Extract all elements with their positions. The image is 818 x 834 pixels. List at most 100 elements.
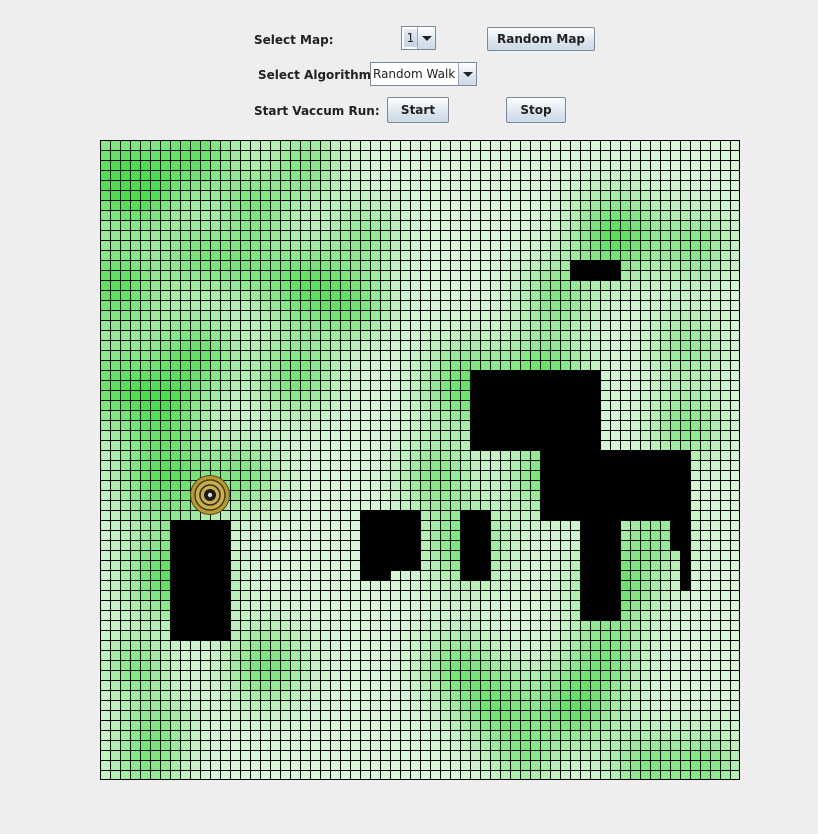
floor-cell [210, 260, 220, 270]
floor-cell [480, 300, 490, 310]
obstacle-cell [480, 510, 490, 520]
floor-cell [560, 710, 570, 720]
floor-cell [390, 290, 400, 300]
floor-cell [690, 410, 700, 420]
floor-cell [260, 330, 270, 340]
floor-cell [190, 370, 200, 380]
floor-cell [540, 360, 550, 370]
floor-cell [140, 710, 150, 720]
floor-cell [380, 690, 390, 700]
floor-cell [710, 140, 720, 150]
floor-cell [510, 640, 520, 650]
random-map-button[interactable]: Random Map [487, 27, 595, 51]
floor-cell [330, 310, 340, 320]
floor-cell [480, 290, 490, 300]
floor-cell [450, 260, 460, 270]
floor-cell [140, 270, 150, 280]
robot-vacuum-icon[interactable] [190, 475, 230, 515]
floor-cell [620, 420, 630, 430]
map-select[interactable]: 1 [401, 26, 436, 50]
floor-cell [360, 430, 370, 440]
floor-cell [310, 460, 320, 470]
floor-cell [120, 450, 130, 460]
floor-cell [150, 570, 160, 580]
floor-cell [650, 770, 660, 780]
floor-cell [200, 290, 210, 300]
floor-cell [380, 430, 390, 440]
chevron-down-icon[interactable] [458, 63, 476, 85]
floor-cell [510, 330, 520, 340]
floor-cell [640, 760, 650, 770]
floor-cell [670, 590, 680, 600]
algorithm-select[interactable]: Random Walk [370, 62, 477, 86]
floor-cell [710, 460, 720, 470]
floor-cell [280, 650, 290, 660]
floor-cell [130, 390, 140, 400]
floor-cell [410, 760, 420, 770]
floor-cell [420, 610, 430, 620]
floor-cell [360, 460, 370, 470]
floor-cell [100, 650, 110, 660]
floor-cell [130, 690, 140, 700]
floor-cell [710, 270, 720, 280]
obstacle-cell [580, 520, 590, 530]
floor-cell [520, 240, 530, 250]
floor-cell [130, 540, 140, 550]
floor-cell [370, 690, 380, 700]
floor-cell [390, 170, 400, 180]
floor-cell [700, 590, 710, 600]
floor-cell [400, 650, 410, 660]
floor-cell [320, 200, 330, 210]
floor-cell [670, 580, 680, 590]
start-button[interactable]: Start [387, 97, 449, 123]
floor-cell [550, 170, 560, 180]
floor-cell [700, 380, 710, 390]
floor-cell [670, 290, 680, 300]
obstacle-cell [460, 560, 470, 570]
floor-cell [120, 620, 130, 630]
floor-cell [420, 600, 430, 610]
floor-cell [710, 290, 720, 300]
floor-cell [270, 200, 280, 210]
floor-cell [480, 230, 490, 240]
chevron-down-icon[interactable] [417, 27, 435, 49]
floor-cell [180, 270, 190, 280]
floor-cell [610, 280, 620, 290]
floor-cell [190, 390, 200, 400]
floor-cell [710, 210, 720, 220]
floor-cell [700, 730, 710, 740]
floor-cell [690, 240, 700, 250]
floor-cell [140, 210, 150, 220]
floor-cell [280, 250, 290, 260]
floor-cell [710, 620, 720, 630]
floor-cell [150, 580, 160, 590]
floor-cell [310, 140, 320, 150]
floor-cell [220, 190, 230, 200]
floor-cell [370, 390, 380, 400]
floor-cell [400, 680, 410, 690]
floor-cell [160, 390, 170, 400]
floor-cell [260, 160, 270, 170]
floor-cell [570, 150, 580, 160]
floor-cell [380, 240, 390, 250]
floor-cell [310, 450, 320, 460]
floor-cell [410, 210, 420, 220]
floor-cell [240, 470, 250, 480]
floor-cell [450, 390, 460, 400]
floor-cell [470, 310, 480, 320]
floor-cell [170, 750, 180, 760]
floor-cell [520, 260, 530, 270]
floor-cell [310, 660, 320, 670]
stop-button[interactable]: Stop [506, 97, 566, 123]
floor-cell [600, 330, 610, 340]
floor-cell [100, 360, 110, 370]
floor-cell [640, 690, 650, 700]
floor-cell [450, 710, 460, 720]
floor-cell [180, 380, 190, 390]
obstacle-cell [610, 560, 620, 570]
floor-cell [180, 330, 190, 340]
floor-cell [380, 710, 390, 720]
floor-cell [260, 310, 270, 320]
floor-cell [270, 390, 280, 400]
floor-cell [200, 260, 210, 270]
